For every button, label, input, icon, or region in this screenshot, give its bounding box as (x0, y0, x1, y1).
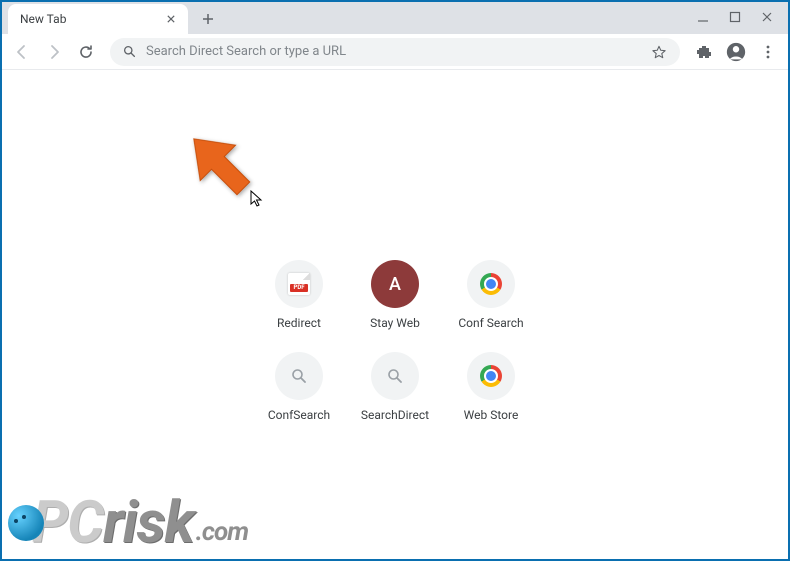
close-window-icon[interactable] (760, 10, 774, 24)
search-icon (291, 368, 307, 384)
avatar-icon: A (371, 260, 419, 308)
search-icon (122, 45, 136, 59)
shortcut-label: ConfSearch (268, 408, 330, 422)
window-controls (696, 0, 784, 34)
reload-button[interactable] (72, 38, 100, 66)
shortcut-label: Web Store (464, 408, 519, 422)
shortcut-tile: PDF (275, 260, 323, 308)
chrome-icon (480, 273, 502, 295)
menu-icon[interactable] (754, 38, 782, 66)
watermark-risk: risk (103, 489, 193, 557)
cursor-icon (250, 190, 264, 212)
pdf-icon: PDF (288, 273, 310, 295)
shortcut-tile (371, 352, 419, 400)
search-icon (387, 368, 403, 384)
shortcut-tile (467, 260, 515, 308)
bookmark-star-icon[interactable] (652, 44, 668, 60)
back-button[interactable] (8, 38, 36, 66)
toolbar (0, 34, 790, 70)
address-input[interactable] (146, 44, 642, 59)
new-tab-page: PDF Redirect A Stay Web Conf Search Conf… (0, 70, 790, 561)
shortcut-label: Stay Web (370, 316, 420, 330)
shortcut-tile (467, 352, 515, 400)
extensions-icon[interactable] (690, 38, 718, 66)
logo-orb-icon (8, 505, 44, 541)
watermark: PCrisk.com (8, 489, 248, 557)
profile-icon[interactable] (722, 38, 750, 66)
shortcut-web-store[interactable]: Web Store (445, 352, 537, 422)
watermark-com: .com (196, 517, 249, 547)
shortcut-label: Redirect (277, 316, 321, 330)
watermark-pc: PC (32, 489, 103, 557)
shortcut-grid: PDF Redirect A Stay Web Conf Search Conf… (253, 260, 537, 422)
omnibox[interactable] (110, 38, 680, 66)
minimize-icon[interactable] (696, 10, 710, 24)
tab-new-tab[interactable]: New Tab (8, 4, 188, 34)
browser-window: New Tab (0, 0, 790, 561)
shortcut-confsearch[interactable]: ConfSearch (253, 352, 345, 422)
shortcut-label: SearchDirect (361, 408, 429, 422)
tab-strip: New Tab (0, 0, 790, 34)
arrow-annotation-icon (175, 120, 265, 214)
tab-title: New Tab (20, 12, 156, 26)
shortcut-conf-search[interactable]: Conf Search (445, 260, 537, 330)
shortcut-tile (275, 352, 323, 400)
forward-button[interactable] (40, 38, 68, 66)
maximize-icon[interactable] (728, 10, 742, 24)
shortcut-stay-web[interactable]: A Stay Web (349, 260, 441, 330)
close-icon[interactable] (164, 12, 178, 26)
shortcut-redirect[interactable]: PDF Redirect (253, 260, 345, 330)
new-tab-button[interactable] (194, 5, 222, 33)
shortcut-label: Conf Search (458, 316, 523, 330)
chrome-icon (480, 365, 502, 387)
shortcut-searchdirect[interactable]: SearchDirect (349, 352, 441, 422)
